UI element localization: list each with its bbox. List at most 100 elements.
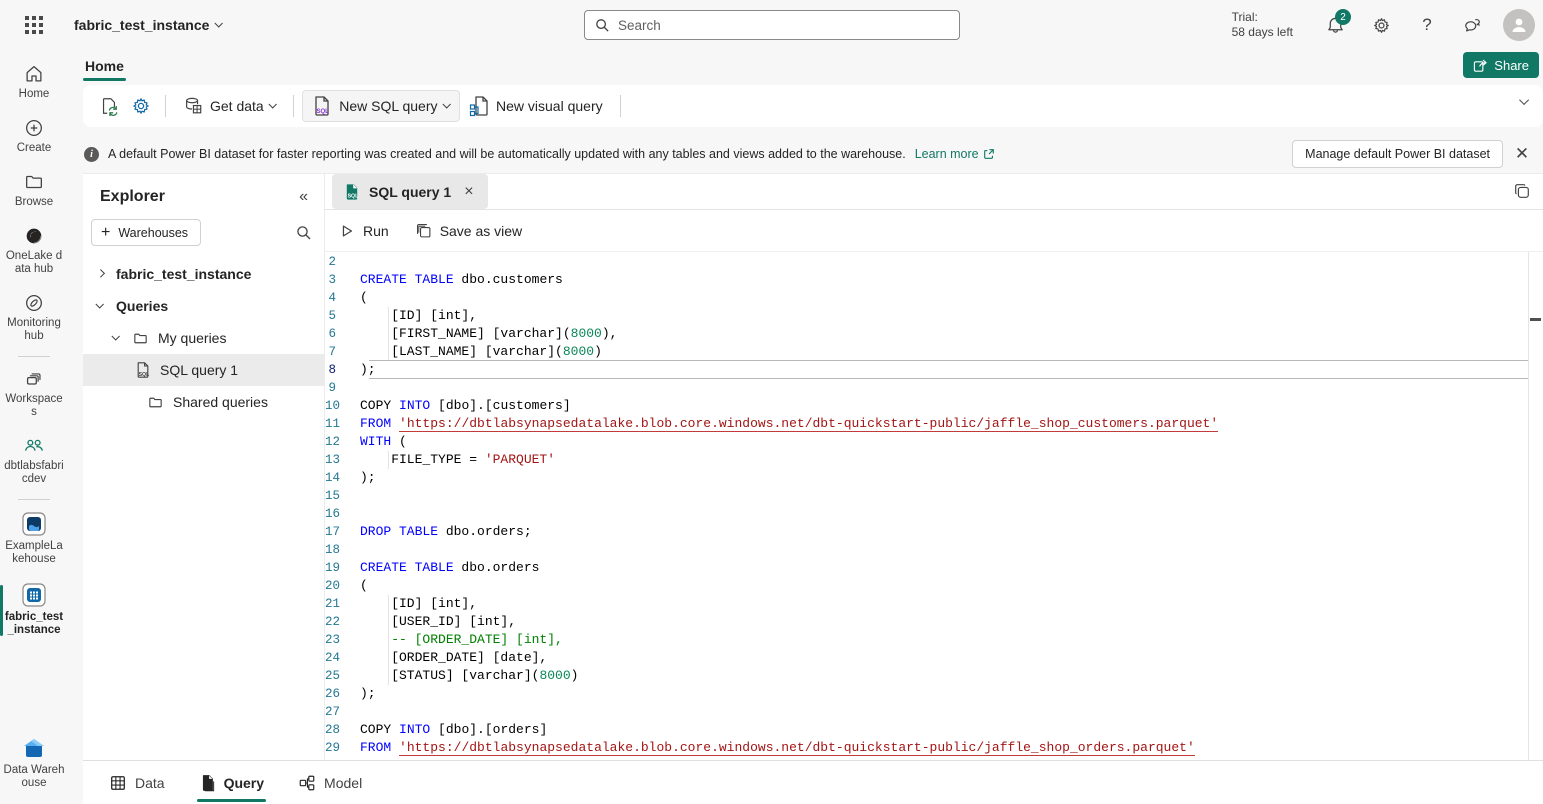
nav-home[interactable]: Home <box>0 56 68 110</box>
rail-divider <box>18 499 50 500</box>
tab-query[interactable]: Query <box>187 761 276 804</box>
code-line: 28COPY INTO [dbo].[orders] <box>325 721 1528 739</box>
tab-data[interactable]: Data <box>97 761 177 804</box>
save-as-view-button[interactable]: Save as view <box>415 222 522 239</box>
share-button[interactable]: Share <box>1463 52 1539 78</box>
explorer-panel: Explorer « + Warehouses fabric_test <box>83 174 325 760</box>
ribbon-wrap: Get data SQL New SQL query New visual qu… <box>68 82 1543 135</box>
manage-dataset-button[interactable]: Manage default Power BI dataset <box>1292 140 1503 168</box>
warehouses-button[interactable]: + Warehouses <box>91 219 201 246</box>
svg-text:SQL: SQL <box>139 372 150 378</box>
chevron-right-icon <box>97 270 105 278</box>
query-toolbar: Run Save as view <box>325 210 1543 252</box>
query-settings-button[interactable] <box>125 90 157 122</box>
help-icon: ? <box>1422 15 1431 35</box>
nav-workspaces[interactable]: Workspaces <box>0 361 68 428</box>
warehouse-icon <box>21 582 47 608</box>
info-icon: i <box>84 147 99 162</box>
rail-divider <box>18 356 50 357</box>
code-line: 16 <box>325 505 1528 523</box>
refresh-button[interactable] <box>93 90 125 122</box>
code-line: 21 [ID] [int], <box>325 595 1528 613</box>
folder-icon <box>132 330 149 347</box>
workspace-name: fabric_test_instance <box>74 17 209 33</box>
explorer-tree: fabric_test_instance Queries My queries <box>83 258 324 418</box>
toolbar-divider <box>165 95 166 117</box>
monitoring-icon <box>23 292 45 314</box>
plus-icon: + <box>101 225 110 241</box>
workspace-switcher[interactable]: fabric_test_instance <box>74 17 223 33</box>
sql-file-icon: SQL <box>135 361 151 379</box>
toolbar-divider <box>293 95 294 117</box>
code-line: 8); <box>325 361 1528 379</box>
workspaces-icon <box>23 368 45 390</box>
nav-dbtlabsfabricdev[interactable]: dbtlabsfabricdev <box>0 428 68 495</box>
tree-item-shared-queries[interactable]: Shared queries <box>83 386 324 418</box>
tree-item-queries[interactable]: Queries <box>83 290 324 322</box>
search-placeholder: Search <box>618 18 661 33</box>
data-grid-icon <box>109 774 127 792</box>
refresh-icon <box>99 96 119 116</box>
editor-tab-strip: SQL SQL query 1 × <box>325 174 1543 210</box>
feedback-button[interactable] <box>1453 5 1493 45</box>
nav-data-warehouse[interactable]: Data Warehouse <box>0 730 68 804</box>
top-bar: fabric_test_instance Search Trial: 58 da… <box>0 0 1543 50</box>
code-editor[interactable]: 23CREATE TABLE dbo.customers4(5 [ID] [in… <box>325 252 1543 760</box>
get-data-button[interactable]: Get data <box>174 90 285 122</box>
nav-onelake-data-hub[interactable]: OneLake data hub <box>0 218 68 285</box>
nav-fabric-test-instance[interactable]: fabric_test_instance <box>0 575 68 646</box>
notifications-button[interactable]: 2 <box>1315 5 1355 45</box>
main-panels: Explorer « + Warehouses fabric_test <box>83 173 1543 760</box>
left-nav-rail: Home Create Browse OneLake data hub Moni… <box>0 50 68 804</box>
tab-sql-query-1[interactable]: SQL SQL query 1 × <box>332 174 488 209</box>
onelake-icon <box>23 225 45 247</box>
collapse-pane-icon[interactable]: « <box>299 188 308 206</box>
sql-file-icon: SQL <box>312 95 332 117</box>
lakehouse-icon <box>21 511 47 537</box>
chevron-down-icon <box>112 333 120 341</box>
code-line: 26); <box>325 685 1528 703</box>
explorer-search-icon[interactable] <box>296 225 312 241</box>
people-icon <box>22 435 46 457</box>
query-doc-icon <box>199 774 216 792</box>
tab-model[interactable]: Model <box>286 761 374 804</box>
nav-examplelakehouse[interactable]: ExampleLakehouse <box>0 504 68 575</box>
help-button[interactable]: ? <box>1407 5 1447 45</box>
editor-scrollbar[interactable] <box>1529 252 1543 760</box>
trial-status: Trial: 58 days left <box>1232 10 1293 40</box>
tree-item-warehouse[interactable]: fabric_test_instance <box>83 258 324 290</box>
new-sql-query-button[interactable]: SQL New SQL query <box>302 90 460 122</box>
nav-create[interactable]: Create <box>0 110 68 164</box>
scrollbar-marker[interactable] <box>1530 318 1541 321</box>
nav-monitoring-hub[interactable]: Monitoring hub <box>0 285 68 352</box>
search-input[interactable]: Search <box>584 10 960 40</box>
code-line: 24 [ORDER_DATE] [date], <box>325 649 1528 667</box>
nav-browse[interactable]: Browse <box>0 164 68 218</box>
new-visual-query-button[interactable]: New visual query <box>460 90 612 122</box>
ribbon-collapse-chevron[interactable] <box>1519 95 1529 105</box>
close-tab-icon[interactable]: × <box>460 183 477 201</box>
code-line: 2 <box>325 253 1528 271</box>
code-line: 9 <box>325 379 1528 397</box>
ribbon-tab-row: Home Share <box>68 50 1543 82</box>
tab-home[interactable]: Home <box>83 54 126 78</box>
code-line: 19CREATE TABLE dbo.orders <box>325 559 1528 577</box>
tree-item-sql-query-1[interactable]: SQL SQL query 1 <box>83 354 324 386</box>
gear-icon <box>131 96 151 116</box>
sql-file-icon: SQL <box>344 183 360 201</box>
top-bar-actions: Trial: 58 days left 2 ? <box>1232 0 1535 50</box>
gear-icon <box>1372 16 1391 35</box>
copy-icon[interactable] <box>1513 182 1531 200</box>
account-avatar[interactable] <box>1503 9 1535 41</box>
visual-query-icon <box>469 95 489 117</box>
info-banner: i A default Power BI dataset for faster … <box>68 135 1543 173</box>
code-line: 18 <box>325 541 1528 559</box>
settings-button[interactable] <box>1361 5 1401 45</box>
code-line: 22 [USER_ID] [int], <box>325 613 1528 631</box>
banner-close-icon[interactable]: ✕ <box>1509 141 1535 167</box>
tree-item-my-queries[interactable]: My queries <box>83 322 324 354</box>
run-button[interactable]: Run <box>339 223 389 239</box>
learn-more-link[interactable]: Learn more <box>915 147 995 161</box>
app-launcher-icon[interactable] <box>12 3 56 47</box>
code-line: 20( <box>325 577 1528 595</box>
